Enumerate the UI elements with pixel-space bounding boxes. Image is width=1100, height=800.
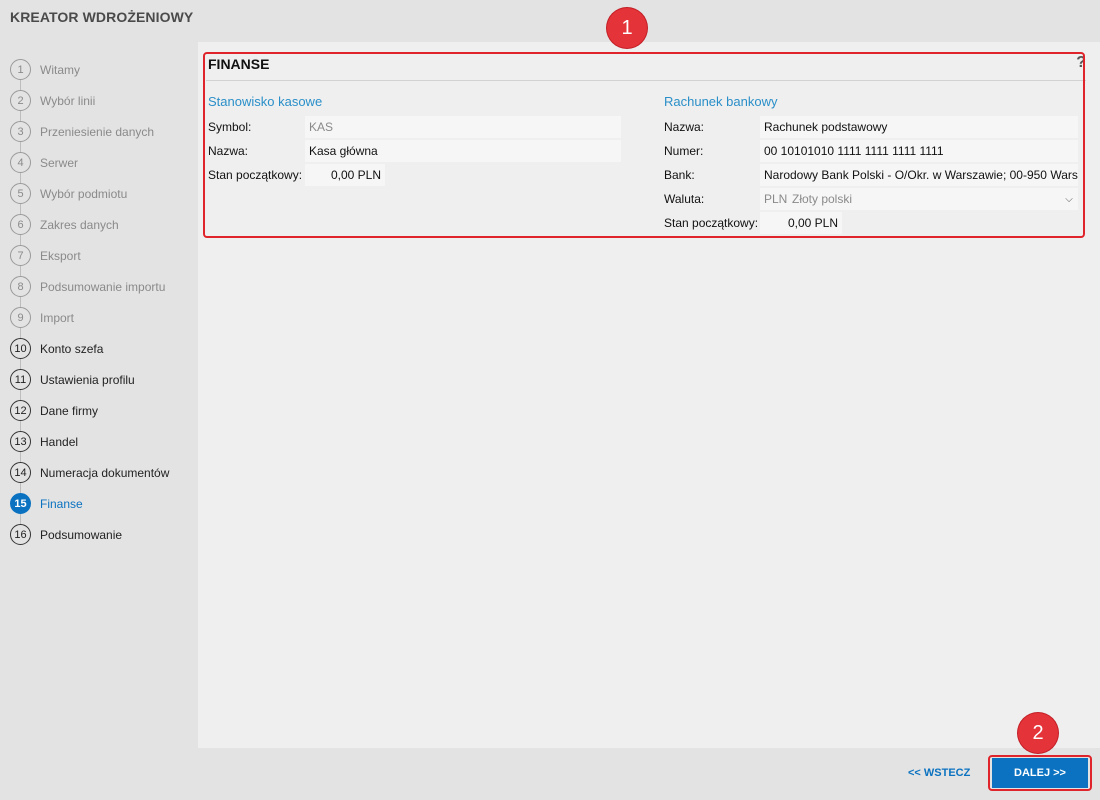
step-number: 10 bbox=[10, 338, 31, 359]
step-number: 7 bbox=[10, 245, 31, 266]
highlight-finance-form bbox=[203, 52, 1085, 238]
step-11[interactable]: 11 Ustawienia profilu bbox=[10, 364, 196, 395]
step-number: 4 bbox=[10, 152, 31, 173]
step-label: Wybór podmiotu bbox=[40, 186, 128, 201]
step-number: 9 bbox=[10, 307, 31, 328]
step-label: Przeniesienie danych bbox=[40, 124, 155, 139]
step-number: 3 bbox=[10, 121, 31, 142]
next-button[interactable]: DALEJ >> bbox=[992, 758, 1088, 788]
step-label: Podsumowanie bbox=[40, 527, 123, 542]
annotation-badge-2: 2 bbox=[1018, 713, 1058, 753]
step-label: Finanse bbox=[40, 496, 83, 511]
app-title: KREATOR WDROŻENIOWY bbox=[10, 9, 194, 25]
step-4[interactable]: 4 Serwer bbox=[10, 147, 196, 178]
step-6[interactable]: 6 Zakres danych bbox=[10, 209, 196, 240]
step-3[interactable]: 3 Przeniesienie danych bbox=[10, 116, 196, 147]
step-number: 11 bbox=[10, 369, 31, 390]
step-1[interactable]: 1 Witamy bbox=[10, 54, 196, 85]
step-label: Eksport bbox=[40, 248, 81, 263]
step-12[interactable]: 12 Dane firmy bbox=[10, 395, 196, 426]
step-number: 1 bbox=[10, 59, 31, 80]
step-label: Serwer bbox=[40, 155, 79, 170]
step-label: Witamy bbox=[40, 62, 80, 77]
step-15[interactable]: 15 Finanse bbox=[10, 488, 196, 519]
step-8[interactable]: 8 Podsumowanie importu bbox=[10, 271, 196, 302]
step-16[interactable]: 16 Podsumowanie bbox=[10, 519, 196, 550]
step-label: Wybór linii bbox=[40, 93, 96, 108]
step-9[interactable]: 9 Import bbox=[10, 302, 196, 333]
step-number: 5 bbox=[10, 183, 31, 204]
step-14[interactable]: 14 Numeracja dokumentów bbox=[10, 457, 196, 488]
wizard-steps: 1 Witamy 2 Wybór linii 3 Przeniesienie danych… bbox=[10, 54, 196, 550]
step-label: Konto szefa bbox=[40, 341, 104, 356]
step-number: 13 bbox=[10, 431, 31, 452]
step-number: 14 bbox=[10, 462, 31, 483]
step-number: 6 bbox=[10, 214, 31, 235]
step-label: Handel bbox=[40, 434, 79, 449]
step-label: Ustawienia profilu bbox=[40, 372, 135, 387]
step-7[interactable]: 7 Eksport bbox=[10, 240, 196, 271]
step-label: Podsumowanie importu bbox=[40, 279, 166, 294]
step-number: 12 bbox=[10, 400, 31, 421]
step-13[interactable]: 13 Handel bbox=[10, 426, 196, 457]
step-5[interactable]: 5 Wybór podmiotu bbox=[10, 178, 196, 209]
step-label: Numeracja dokumentów bbox=[40, 465, 170, 480]
step-label: Dane firmy bbox=[40, 403, 99, 418]
step-label: Import bbox=[40, 310, 75, 325]
step-2[interactable]: 2 Wybór linii bbox=[10, 85, 196, 116]
step-10[interactable]: 10 Konto szefa bbox=[10, 333, 196, 364]
step-number: 8 bbox=[10, 276, 31, 297]
step-number: 16 bbox=[10, 524, 31, 545]
step-label: Zakres danych bbox=[40, 217, 119, 232]
annotation-badge-1: 1 bbox=[607, 8, 647, 48]
step-number: 15 bbox=[10, 493, 31, 514]
step-number: 2 bbox=[10, 90, 31, 111]
back-button[interactable]: << WSTECZ bbox=[908, 767, 970, 779]
